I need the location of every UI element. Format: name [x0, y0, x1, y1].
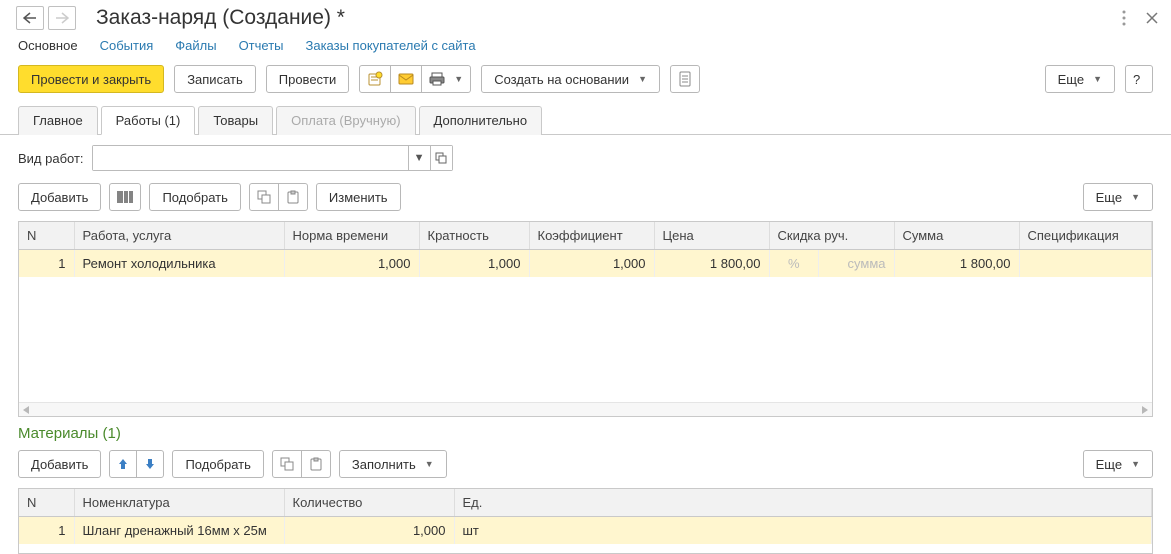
mcol-n[interactable]: N [19, 489, 74, 517]
materials-add-button[interactable]: Добавить [18, 450, 101, 478]
works-change-button[interactable]: Изменить [316, 183, 401, 211]
print-button[interactable]: ▼ [421, 65, 471, 93]
page-title: Заказ-наряд (Создание) * [96, 6, 345, 30]
col-spec[interactable]: Спецификация [1019, 222, 1152, 250]
works-pick-button[interactable]: Подобрать [149, 183, 240, 211]
works-add-button[interactable]: Добавить [18, 183, 101, 211]
linkbar-main[interactable]: Основное [18, 38, 78, 53]
cell-spec[interactable] [1019, 250, 1152, 277]
kebab-menu-icon[interactable] [1115, 9, 1133, 27]
nav-back-button[interactable] [16, 6, 44, 30]
open-dialog-icon[interactable] [430, 146, 452, 170]
tab-main[interactable]: Главное [18, 106, 98, 135]
linkbar-files[interactable]: Файлы [175, 38, 216, 53]
mcell-nom[interactable]: Шланг дренажный 16мм х 25м [74, 517, 284, 544]
create-based-label: Создать на основании [494, 72, 629, 87]
mail-button[interactable] [390, 65, 422, 93]
cell-disc-sum: сумма [819, 250, 893, 277]
work-type-input[interactable] [93, 146, 408, 170]
col-price[interactable]: Цена [654, 222, 769, 250]
chevron-down-icon: ▼ [1131, 459, 1140, 469]
col-norm[interactable]: Норма времени [284, 222, 419, 250]
help-button[interactable]: ? [1125, 65, 1153, 93]
attach-button[interactable] [359, 65, 391, 93]
chevron-down-icon: ▼ [425, 459, 434, 469]
col-coef[interactable]: Коэффициент [529, 222, 654, 250]
cell-disc-pct: % [770, 250, 820, 277]
cell-work[interactable]: Ремонт холодильника [74, 250, 284, 277]
linkbar-events[interactable]: События [100, 38, 154, 53]
mcol-nom[interactable]: Номенклатура [74, 489, 284, 517]
cell-price[interactable]: 1 800,00 [654, 250, 769, 277]
col-mult[interactable]: Кратность [419, 222, 529, 250]
cell-coef[interactable]: 1,000 [529, 250, 654, 277]
tab-payment: Оплата (Вручную) [276, 106, 415, 135]
write-button[interactable]: Записать [174, 65, 256, 93]
materials-copy-button[interactable] [272, 450, 302, 478]
materials-paste-button[interactable] [301, 450, 331, 478]
table-row[interactable]: 1 Шланг дренажный 16мм х 25м 1,000 шт [19, 517, 1152, 544]
mcol-qty[interactable]: Количество [284, 489, 454, 517]
post-button[interactable]: Провести [266, 65, 350, 93]
create-based-button[interactable]: Создать на основании ▼ [481, 65, 660, 93]
copy-button[interactable] [249, 183, 279, 211]
works-more-button[interactable]: Еще ▼ [1083, 183, 1153, 211]
mcol-ed[interactable]: Ед. [454, 489, 1152, 517]
move-up-button[interactable] [109, 450, 137, 478]
more-button[interactable]: Еще ▼ [1045, 65, 1115, 93]
tab-works[interactable]: Работы (1) [101, 106, 196, 135]
cell-n[interactable]: 1 [19, 250, 74, 277]
cell-sum[interactable]: 1 800,00 [894, 250, 1019, 277]
close-icon[interactable] [1143, 9, 1161, 27]
more-label: Еще [1058, 72, 1084, 87]
linkbar-reports[interactable]: Отчеты [239, 38, 284, 53]
table-row[interactable]: 1 Ремонт холодильника 1,000 1,000 1,000 … [19, 250, 1152, 277]
post-close-button[interactable]: Провести и закрыть [18, 65, 164, 93]
tab-extra[interactable]: Дополнительно [419, 106, 543, 135]
horizontal-scrollbar[interactable] [19, 402, 1152, 416]
materials-fill-button[interactable]: Заполнить ▼ [339, 450, 447, 478]
work-type-label: Вид работ: [18, 151, 84, 166]
materials-more-button[interactable]: Еще ▼ [1083, 450, 1153, 478]
mcell-qty[interactable]: 1,000 [284, 517, 454, 544]
materials-pick-button[interactable]: Подобрать [172, 450, 263, 478]
col-sum[interactable]: Сумма [894, 222, 1019, 250]
materials-more-label: Еще [1096, 457, 1122, 472]
cell-mult[interactable]: 1,000 [419, 250, 529, 277]
nav-forward-button[interactable] [48, 6, 76, 30]
col-work[interactable]: Работа, услуга [74, 222, 284, 250]
barcode-button[interactable] [109, 183, 141, 211]
materials-title: Материалы (1) [0, 419, 1171, 444]
mcell-n[interactable]: 1 [19, 517, 74, 544]
linkbar-site-orders[interactable]: Заказы покупателей с сайта [306, 38, 476, 53]
col-n[interactable]: N [19, 222, 74, 250]
works-more-label: Еще [1096, 190, 1122, 205]
dropdown-icon[interactable]: ▼ [408, 146, 430, 170]
move-down-button[interactable] [136, 450, 164, 478]
cell-disc[interactable]: % сумма [769, 250, 894, 277]
mcell-ed[interactable]: шт [454, 517, 1152, 544]
col-disc[interactable]: Скидка руч. [769, 222, 894, 250]
materials-fill-label: Заполнить [352, 457, 416, 472]
chevron-down-icon: ▼ [454, 74, 463, 84]
tab-goods[interactable]: Товары [198, 106, 273, 135]
document-button[interactable] [670, 65, 700, 93]
paste-button[interactable] [278, 183, 308, 211]
chevron-down-icon: ▼ [1093, 74, 1102, 84]
chevron-down-icon: ▼ [1131, 192, 1140, 202]
cell-norm[interactable]: 1,000 [284, 250, 419, 277]
chevron-down-icon: ▼ [638, 74, 647, 84]
